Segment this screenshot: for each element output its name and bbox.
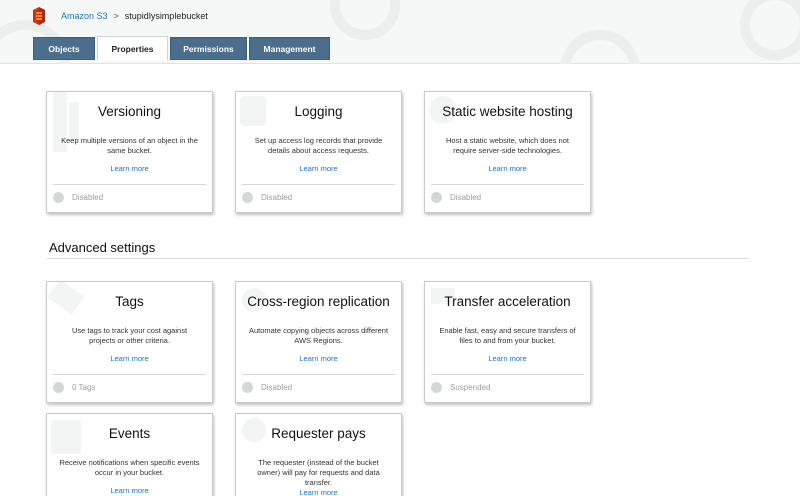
card-status: Suspended [431,382,490,393]
learn-more-link[interactable]: Learn more [488,354,526,363]
advanced-settings-heading: Advanced settings [49,240,156,255]
card-divider [242,184,395,185]
card-title: Cross-region replication [247,294,390,309]
learn-more-link[interactable]: Learn more [488,164,526,173]
card-status: Disabled [242,382,292,393]
card-description: Keep multiple versions of an object in t… [61,136,198,155]
tab-objects[interactable]: Objects [33,37,95,60]
status-text: Suspended [450,383,491,392]
learn-more-link[interactable]: Learn more [299,164,337,173]
card-divider [431,184,584,185]
breadcrumb-amazon-s3-link[interactable]: Amazon S3 [61,11,108,21]
status-radio-icon [242,382,253,393]
status-radio-icon [431,192,442,203]
status-radio-icon [431,382,442,393]
breadcrumb-separator-icon: > [113,11,119,21]
status-radio-icon [53,192,64,203]
card-title: Versioning [97,104,162,119]
versioning-card[interactable]: Versioning Keep multiple versions of an … [46,91,213,213]
breadcrumb-bucket-name: stupidlysimplebucket [124,11,208,21]
learn-more-link[interactable]: Learn more [299,488,337,496]
card-description: Host a static website, which does not re… [446,136,569,155]
status-text: 0 Tags [72,383,96,392]
card-status: Disabled [431,192,481,203]
transfer-acceleration-card[interactable]: Transfer acceleration Enable fast, easy … [424,281,591,403]
card-title: Static website hosting [442,104,573,119]
learn-more-link[interactable]: Learn more [110,164,148,173]
breadcrumb: Amazon S3 > stupidlysimplebucket [61,11,208,21]
card-description: Automate copying objects across differen… [248,326,389,345]
logging-card[interactable]: Logging Set up access log records that p… [235,91,402,213]
cross-region-replication-card[interactable]: Cross-region replication Automate copyin… [235,281,402,403]
card-divider [53,374,206,375]
card-status: 0 Tags [53,382,95,393]
s3-logo-icon [33,7,45,25]
status-text: Disabled [261,193,293,202]
card-description: Enable fast, easy and secure transfers o… [439,326,576,345]
learn-more-link[interactable]: Learn more [110,486,148,495]
status-text: Disabled [450,193,482,202]
card-description: Use tags to track your cost against proj… [71,326,188,345]
card-title: Events [108,426,151,441]
card-divider [53,184,206,185]
card-title: Requester pays [271,426,366,441]
card-status: Disabled [242,192,292,203]
header-bar: Amazon S3 > stupidlysimplebucket Objects… [0,0,800,64]
card-description: Receive notifications when specific even… [59,458,200,477]
card-description: The requester (instead of the bucket own… [257,458,380,487]
card-description: Set up access log records that provide d… [254,136,383,155]
card-divider [242,374,395,375]
card-title: Logging [294,104,343,119]
bucket-tabs: Objects Properties Permissions Managemen… [33,36,332,61]
tab-properties[interactable]: Properties [97,36,168,61]
card-status: Disabled [53,192,103,203]
status-radio-icon [53,382,64,393]
events-card[interactable]: Events Receive notifications when specif… [46,413,213,496]
section-divider [47,258,748,259]
tab-permissions[interactable]: Permissions [170,37,247,60]
tags-card[interactable]: Tags Use tags to track your cost against… [46,281,213,403]
card-divider [431,374,584,375]
learn-more-link[interactable]: Learn more [299,354,337,363]
status-radio-icon [242,192,253,203]
requester-pays-card[interactable]: Requester pays The requester (instead of… [235,413,402,496]
tab-management[interactable]: Management [249,37,330,60]
static-website-hosting-card[interactable]: Static website hosting Host a static web… [424,91,591,213]
status-text: Disabled [72,193,104,202]
card-title: Transfer acceleration [444,294,571,309]
learn-more-link[interactable]: Learn more [110,354,148,363]
card-title: Tags [115,294,144,309]
status-text: Disabled [261,383,293,392]
